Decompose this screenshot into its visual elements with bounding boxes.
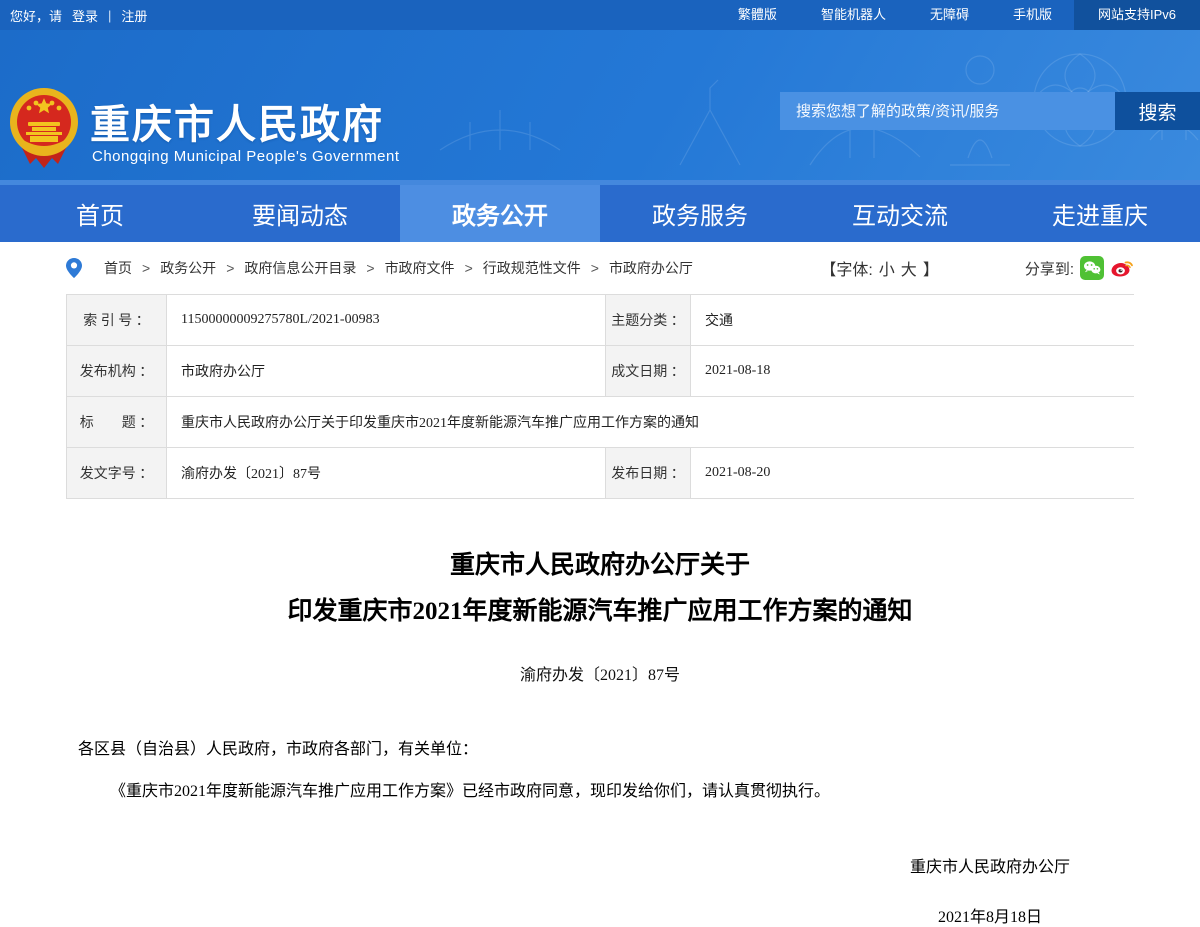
wechat-share-icon[interactable] xyxy=(1080,256,1104,280)
index-number-label: 索 引 号 ： xyxy=(67,295,167,345)
signature-date: 2021年8月18日 xyxy=(910,903,1070,927)
topic-category-label: 主题分类 ： xyxy=(605,295,691,345)
topic-category-value: 交通 xyxy=(691,295,1135,345)
share-controls: 分享到: xyxy=(1025,256,1134,280)
written-date-label: 成文日期 ： xyxy=(605,346,691,396)
issuing-agency-value: 市政府办公厅 xyxy=(167,346,605,396)
nav-item-gov-services[interactable]: 政务服务 xyxy=(600,185,800,242)
top-utility-bar: 您好，请 登录 | 注册 繁體版 智能机器人 无障碍 手机版 网站支持IPv6 xyxy=(0,0,1200,30)
nav-item-about-chongqing[interactable]: 走进重庆 xyxy=(1000,185,1200,242)
table-row: 标 题 ： 重庆市人民政府办公厅关于印发重庆市2021年度新能源汽车推广应用工作… xyxy=(67,397,1133,448)
breadcrumb-gov-disclosure[interactable]: 政务公开 xyxy=(160,258,216,278)
breadcrumb-separator: > xyxy=(142,260,150,276)
site-search: 搜索 xyxy=(780,92,1200,130)
document-body: 重庆市人民政府办公厅关于 印发重庆市2021年度新能源汽车推广应用工作方案的通知… xyxy=(66,543,1134,927)
written-date-value: 2021-08-18 xyxy=(691,346,1135,396)
table-row: 索 引 号 ： 11500000009275780L/2021-00983 主题… xyxy=(67,295,1133,346)
breadcrumb-separator: > xyxy=(226,260,234,276)
traditional-chinese-link[interactable]: 繁體版 xyxy=(716,0,799,30)
login-link[interactable]: 登录 xyxy=(72,6,98,25)
title-label: 标 题 ： xyxy=(67,397,167,447)
publish-date-value: 2021-08-20 xyxy=(691,448,1135,498)
nav-item-news[interactable]: 要闻动态 xyxy=(200,185,400,242)
location-pin-icon xyxy=(66,258,82,278)
accessibility-link[interactable]: 无障碍 xyxy=(908,0,991,30)
breadcrumb-separator: > xyxy=(465,260,473,276)
breadcrumb-separator: > xyxy=(366,260,374,276)
breadcrumb: 首页 > 政务公开 > 政府信息公开目录 > 市政府文件 > 行政规范性文件 >… xyxy=(66,258,693,278)
font-larger-button[interactable]: 大 xyxy=(901,256,917,280)
doc-number-value: 渝府办发〔2021〕87号 xyxy=(167,448,605,498)
signature-agency: 重庆市人民政府办公厅 xyxy=(910,853,1070,877)
breadcrumb-gov-documents[interactable]: 市政府文件 xyxy=(385,258,455,278)
site-subtitle: Chongqing Municipal People's Government xyxy=(92,148,400,165)
font-smaller-button[interactable]: 小 xyxy=(879,256,895,280)
doc-number-label: 发文字号 ： xyxy=(67,448,167,498)
document-meta-table: 索 引 号 ： 11500000009275780L/2021-00983 主题… xyxy=(66,294,1134,499)
ipv6-support-badge[interactable]: 网站支持IPv6 xyxy=(1074,0,1200,30)
nav-item-interaction[interactable]: 互动交流 xyxy=(800,185,1000,242)
breadcrumb-separator: > xyxy=(591,260,599,276)
font-control-suffix: 】 xyxy=(923,256,939,280)
signature-block: 重庆市人民政府办公厅 2021年8月18日 xyxy=(910,853,1070,927)
weibo-share-icon[interactable] xyxy=(1110,256,1134,280)
nav-item-home[interactable]: 首页 xyxy=(0,185,200,242)
share-label: 分享到: xyxy=(1025,258,1074,279)
breadcrumb-row: 首页 > 政务公开 > 政府信息公开目录 > 市政府文件 > 行政规范性文件 >… xyxy=(66,242,1134,294)
search-input[interactable] xyxy=(780,92,1115,130)
breadcrumb-info-catalog[interactable]: 政府信息公开目录 xyxy=(244,258,356,278)
document-title-line2: 印发重庆市2021年度新能源汽车推广应用工作方案的通知 xyxy=(66,589,1134,635)
title-value: 重庆市人民政府办公厅关于印发重庆市2021年度新能源汽车推广应用工作方案的通知 xyxy=(167,397,1135,447)
national-emblem-logo xyxy=(8,86,80,170)
document-title-line1: 重庆市人民政府办公厅关于 xyxy=(66,543,1134,589)
table-row: 发布机构 ： 市政府办公厅 成文日期 ： 2021-08-18 xyxy=(67,346,1133,397)
search-button[interactable]: 搜索 xyxy=(1115,92,1200,130)
site-title: 重庆市人民政府 xyxy=(90,92,384,150)
issuing-agency-label: 发布机构 ： xyxy=(67,346,167,396)
smart-robot-link[interactable]: 智能机器人 xyxy=(799,0,908,30)
index-number-value: 11500000009275780L/2021-00983 xyxy=(167,295,605,345)
document-number: 渝府办发〔2021〕87号 xyxy=(66,661,1134,685)
mobile-version-link[interactable]: 手机版 xyxy=(991,0,1074,30)
greeting-text: 您好，请 xyxy=(10,6,62,25)
font-size-control: 【字体: 小 大 】 xyxy=(820,256,939,280)
table-row: 发文字号 ： 渝府办发〔2021〕87号 发布日期 ： 2021-08-20 xyxy=(67,448,1133,499)
font-control-prefix: 【字体: xyxy=(820,256,872,280)
breadcrumb-home[interactable]: 首页 xyxy=(104,258,132,278)
register-link[interactable]: 注册 xyxy=(121,6,147,25)
document-paragraph: 各区县（自治县）人民政府，市政府各部门，有关单位： xyxy=(78,737,1122,763)
document-paragraph: 《重庆市2021年度新能源汽车推广应用工作方案》已经市政府同意，现印发给你们，请… xyxy=(78,779,1122,805)
main-navigation: 首页 要闻动态 政务公开 政务服务 互动交流 走进重庆 xyxy=(0,180,1200,242)
publish-date-label: 发布日期 ： xyxy=(605,448,691,498)
breadcrumb-gov-office[interactable]: 市政府办公厅 xyxy=(609,258,693,278)
site-header: 重庆市人民政府 Chongqing Municipal People's Gov… xyxy=(0,30,1200,180)
breadcrumb-normative-documents[interactable]: 行政规范性文件 xyxy=(483,258,581,278)
topbar-separator: | xyxy=(108,8,111,23)
nav-item-gov-disclosure[interactable]: 政务公开 xyxy=(400,185,600,242)
